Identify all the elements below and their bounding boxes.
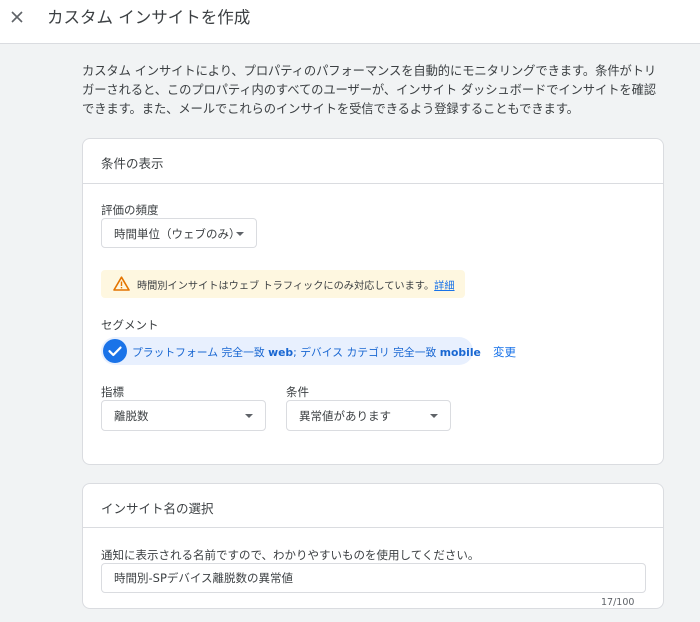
- segment-chip-text: プラットフォーム 完全一致 web; デバイス カテゴリ 完全一致 mobile: [132, 344, 481, 360]
- change-segment-link[interactable]: 変更: [493, 344, 516, 360]
- check-circle-icon: [103, 339, 127, 363]
- chevron-down-icon: [245, 414, 253, 418]
- insight-name-input[interactable]: [101, 563, 646, 593]
- insight-name-hint: 通知に表示される名前ですので、わかりやすいものを使用してください。: [101, 548, 480, 562]
- intro-description: カスタム インサイトにより、プロパティのパフォーマンスを自動的にモニタリングでき…: [82, 64, 657, 116]
- metric-label: 指標: [101, 385, 124, 399]
- segment-condition-2: ; デバイス カテゴリ 完全一致: [293, 346, 440, 359]
- metric-select-value: 離脱数: [114, 409, 149, 423]
- frequency-select-value: 時間単位（ウェブのみ）: [114, 227, 241, 241]
- condition-select-value: 異常値があります: [299, 409, 391, 423]
- warning-text: 時間別インサイトはウェブ トラフィックにのみ対応しています。詳細: [137, 277, 455, 292]
- conditions-card-title: 条件の表示: [101, 156, 164, 171]
- chevron-down-icon: [430, 414, 438, 418]
- condition-label: 条件: [286, 385, 309, 399]
- segment-condition-1: プラットフォーム 完全一致: [132, 346, 269, 359]
- frequency-select[interactable]: 時間単位（ウェブのみ）: [101, 218, 257, 248]
- warning-message: 時間別インサイトはウェブ トラフィックにのみ対応しています。: [137, 281, 435, 292]
- metric-select[interactable]: 離脱数: [101, 400, 266, 431]
- app-header: カスタム インサイトを作成: [0, 0, 700, 44]
- frequency-label: 評価の頻度: [101, 203, 159, 217]
- segment-value-2: mobile: [439, 346, 481, 359]
- insight-name-card: インサイト名の選択 通知に表示される名前ですので、わかりやすいものを使用してくだ…: [82, 483, 664, 609]
- segment-label: セグメント: [101, 318, 159, 332]
- character-counter: 17/100: [601, 597, 635, 608]
- insight-name-card-title: インサイト名の選択: [101, 501, 214, 516]
- conditions-card-header: 条件の表示: [83, 139, 663, 184]
- chevron-down-icon: [236, 232, 244, 236]
- learn-more-link[interactable]: 詳細: [434, 281, 454, 292]
- insight-name-card-header: インサイト名の選択: [83, 484, 663, 528]
- close-icon[interactable]: [8, 8, 26, 26]
- warning-banner: 時間別インサイトはウェブ トラフィックにのみ対応しています。詳細: [101, 270, 465, 298]
- segment-value-1: web: [268, 346, 294, 359]
- segment-chip[interactable]: プラットフォーム 完全一致 web; デバイス カテゴリ 完全一致 mobile: [101, 337, 481, 365]
- page-title: カスタム インサイトを作成: [47, 8, 251, 27]
- warning-icon: [113, 276, 130, 291]
- conditions-card: 条件の表示 評価の頻度 時間単位（ウェブのみ） 時間別インサイトはウェブ トラフ…: [82, 138, 664, 465]
- condition-select[interactable]: 異常値があります: [286, 400, 451, 431]
